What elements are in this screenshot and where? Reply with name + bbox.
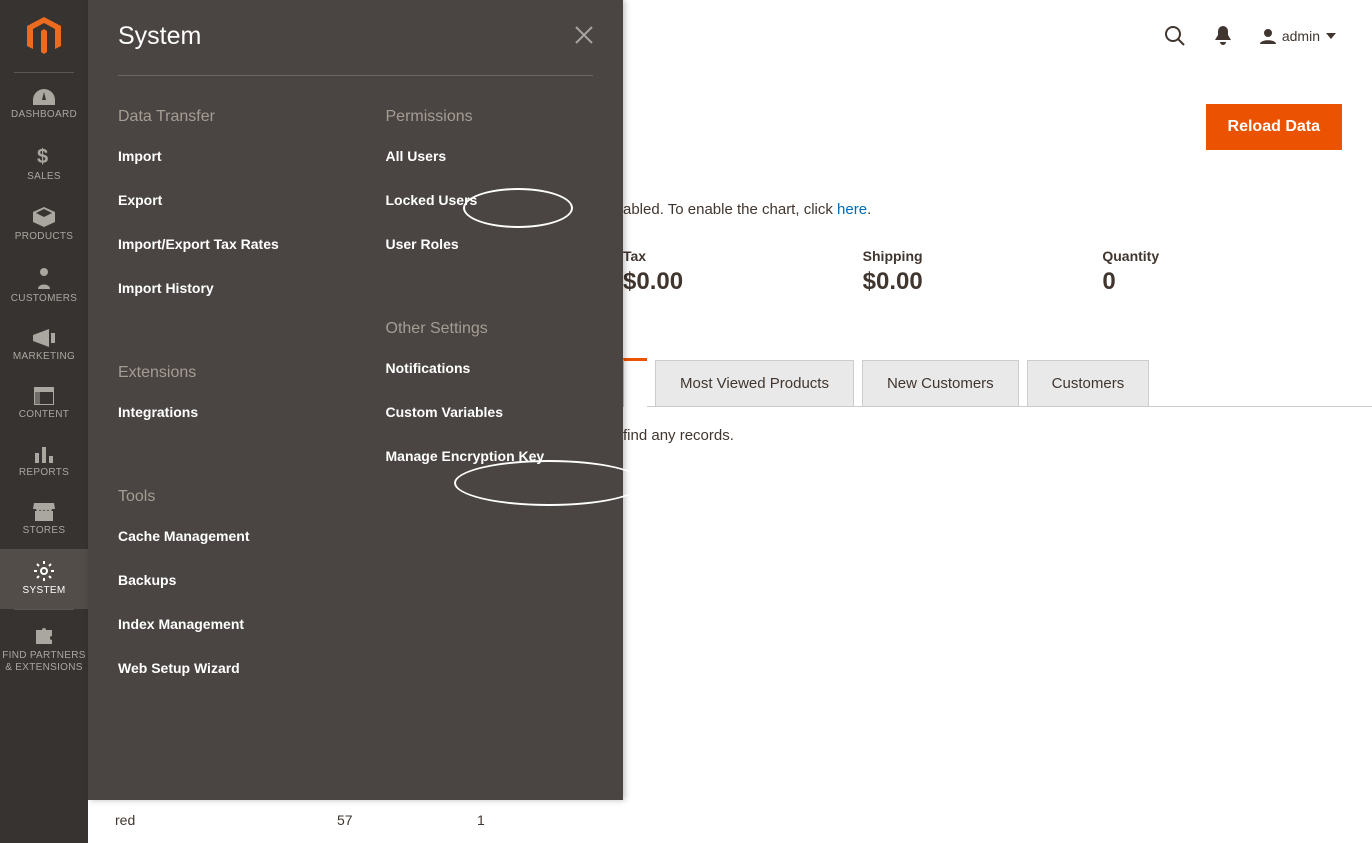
gear-icon (34, 561, 54, 581)
group-permissions: Permissions (386, 108, 594, 126)
table-row: red 57 1 (115, 812, 485, 828)
chart-notice: abled. To enable the chart, click here. (623, 201, 871, 218)
nav-products[interactable]: PRODUCTS (0, 195, 88, 255)
search-icon (1164, 25, 1186, 47)
group-tools: Tools (118, 488, 326, 506)
menu-backups[interactable]: Backups (118, 572, 326, 616)
menu-export[interactable]: Export (118, 192, 326, 236)
menu-notifications[interactable]: Notifications (386, 360, 594, 404)
bars-icon (34, 445, 54, 463)
flyout-title: System (118, 22, 201, 51)
notifications-button[interactable] (1214, 26, 1232, 46)
user-icon (1260, 28, 1276, 44)
menu-integrations[interactable]: Integrations (118, 404, 326, 448)
stat-shipping: Shipping $0.00 (863, 248, 1103, 296)
nav-reports[interactable]: REPORTS (0, 433, 88, 491)
menu-web-setup-wizard[interactable]: Web Setup Wizard (118, 660, 326, 704)
box-icon (33, 207, 55, 227)
menu-import-export-tax-rates[interactable]: Import/Export Tax Rates (118, 236, 326, 280)
system-flyout: System Data Transfer Import Export Impor… (88, 0, 623, 800)
row-value-1: 57 (337, 812, 477, 828)
enable-chart-link[interactable]: here (837, 201, 867, 218)
group-extensions: Extensions (118, 364, 326, 382)
search-button[interactable] (1164, 25, 1186, 47)
menu-index-management[interactable]: Index Management (118, 616, 326, 660)
group-other-settings: Other Settings (386, 320, 594, 338)
nav-marketing[interactable]: MARKETING (0, 317, 88, 375)
menu-manage-encryption-key[interactable]: Manage Encryption Key (386, 448, 594, 492)
layout-icon (34, 387, 54, 405)
menu-import[interactable]: Import (118, 148, 326, 192)
nav-sales[interactable]: $ SALES (0, 133, 88, 195)
menu-custom-variables[interactable]: Custom Variables (386, 404, 594, 448)
tab-active-edge (623, 358, 647, 407)
admin-username: admin (1282, 28, 1320, 44)
megaphone-icon (33, 329, 55, 347)
row-name: red (115, 812, 337, 828)
stats-row: Tax $0.00 Shipping $0.00 Quantity 0 (623, 248, 1342, 296)
menu-import-history[interactable]: Import History (118, 280, 326, 324)
tab-most-viewed-products[interactable]: Most Viewed Products (655, 360, 854, 406)
puzzle-icon (34, 626, 54, 646)
records-message: find any records. (623, 427, 734, 444)
gauge-icon (33, 89, 55, 105)
tab-new-customers[interactable]: New Customers (862, 360, 1019, 406)
admin-sidebar: DASHBOARD $ SALES PRODUCTS CUSTOMERS MAR… (0, 0, 88, 843)
admin-user-menu[interactable]: admin (1260, 28, 1342, 44)
nav-system[interactable]: SYSTEM (0, 549, 88, 609)
magento-logo[interactable] (0, 0, 88, 72)
group-data-transfer: Data Transfer (118, 108, 326, 126)
bell-icon (1214, 26, 1232, 46)
nav-stores[interactable]: STORES (0, 491, 88, 549)
reload-data-button[interactable]: Reload Data (1206, 104, 1342, 150)
menu-locked-users[interactable]: Locked Users (386, 192, 594, 236)
row-value-2: 1 (477, 812, 485, 828)
nav-dashboard[interactable]: DASHBOARD (0, 77, 88, 133)
menu-all-users[interactable]: All Users (386, 148, 594, 192)
tab-customers[interactable]: Customers (1027, 360, 1150, 406)
person-icon (37, 267, 51, 289)
svg-text:$: $ (37, 146, 48, 167)
nav-find-partners[interactable]: FIND PARTNERS & EXTENSIONS (0, 614, 88, 686)
close-button[interactable] (575, 26, 593, 47)
stat-quantity: Quantity 0 (1102, 248, 1342, 296)
stat-tax: Tax $0.00 (623, 248, 863, 296)
tabs-row: Most Viewed Products New Customers Custo… (623, 358, 1372, 407)
close-icon (575, 26, 593, 44)
menu-user-roles[interactable]: User Roles (386, 236, 594, 280)
magento-logo-icon (27, 17, 61, 55)
chevron-down-icon (1326, 33, 1336, 39)
dollar-icon: $ (37, 145, 51, 167)
store-icon (33, 503, 55, 521)
nav-content[interactable]: CONTENT (0, 375, 88, 433)
menu-cache-management[interactable]: Cache Management (118, 528, 326, 572)
nav-customers[interactable]: CUSTOMERS (0, 255, 88, 317)
